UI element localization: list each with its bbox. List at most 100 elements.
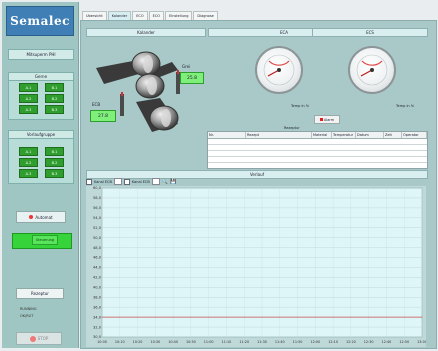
gauge-eca [255, 46, 303, 94]
group-vorlauf: Vorlaufgruppe A.1 B.1 A.2 B.2 A.3 B.3 [8, 130, 74, 184]
status-line-2: OK/RUT [20, 314, 34, 318]
x-tick-label: 10:40 [168, 340, 178, 344]
ecs-header: ECS [312, 28, 428, 37]
stop-button[interactable]: STOP [16, 332, 62, 345]
y-tick-label: 38,0 [93, 295, 102, 299]
steuerung-button[interactable]: Steuerung [32, 235, 58, 245]
rezept-table: Nr. Rezept Material Temperatur Datum Zei… [207, 131, 428, 169]
kalander-header: Kalander [86, 28, 206, 37]
sidebar: Semalec Mitsuperm PHI Gerne A.1 B.1 A.2 … [2, 2, 79, 348]
gerne-b2-button[interactable]: B.2 [45, 94, 64, 103]
save-icon[interactable]: 💾 [170, 179, 176, 185]
y-tick-label: 40,0 [93, 286, 102, 290]
vorlauf-b1-button[interactable]: B.1 [45, 147, 64, 156]
x-tick-label: 11:20 [239, 340, 249, 344]
series-point [314, 316, 316, 318]
y-tick-label: 34,0 [93, 315, 102, 319]
chart-toolbar: Kanal ECB Kanal ECB 🔍 💾 [86, 178, 176, 185]
series-point [297, 316, 298, 318]
tab-bar: Ubersicht Kalander ECO ECO Einstellung D… [82, 11, 218, 21]
gerne-a3-button[interactable]: A.3 [19, 105, 38, 114]
y-tick-label: 32,0 [93, 325, 102, 329]
y-tick-label: 52,0 [93, 226, 102, 230]
status-dot-icon [29, 215, 34, 219]
vorlauf-a3-button[interactable]: A.3 [19, 169, 38, 178]
series-point [261, 316, 263, 318]
x-tick-label: 11:10 [222, 340, 232, 344]
status-line-1: RUNNING [20, 307, 37, 311]
gerne-b3-button[interactable]: B.3 [45, 105, 64, 114]
group-title: Gerne [9, 73, 73, 81]
gerne-a1-button[interactable]: A.1 [19, 83, 38, 92]
channel-2-checkbox[interactable] [123, 178, 130, 185]
x-tick-label: 12:50 [399, 340, 409, 344]
x-tick-label: 12:20 [346, 340, 356, 344]
x-tick-label: 12:30 [364, 340, 374, 344]
zoom-icon[interactable]: 🔍 [162, 179, 168, 185]
y-tick-label: 36,0 [93, 305, 102, 309]
gerne-b1-button[interactable]: B.1 [45, 83, 64, 92]
x-tick-label: 10:20 [133, 340, 143, 344]
x-tick-label: 10:10 [115, 340, 125, 344]
vorlauf-a2-button[interactable]: A.2 [19, 158, 38, 167]
top-value-box: 25.8 [180, 72, 204, 84]
x-tick-label: 11:00 [204, 340, 214, 344]
series-point [421, 316, 423, 318]
y-tick-label: 54,0 [93, 216, 102, 220]
gauge-ecs [348, 46, 396, 94]
series-point [208, 316, 210, 318]
x-tick-label: 11:40 [275, 340, 285, 344]
automat-button[interactable]: Automat [16, 211, 66, 223]
y-tick-label: 58,0 [93, 196, 102, 200]
logo: Semalec [6, 6, 74, 36]
sensor-left [120, 94, 124, 116]
channel-1-label: Kanal ECB [94, 179, 112, 184]
group-gerne: Gerne A.1 B.1 A.2 B.2 A.3 B.3 [8, 72, 74, 120]
top-value-label: Grei [182, 64, 191, 69]
alarm-button[interactable]: Alarm [314, 115, 340, 124]
trend-chart: 60,0 58,0 56,0 54,0 52,0 50,0 48,0 46,0 44,0 42,0… [86, 186, 426, 347]
series-point [386, 316, 387, 318]
series-point [154, 316, 156, 318]
x-tick-label: 11:30 [257, 340, 267, 344]
series-point [368, 316, 370, 318]
x-tick-label: 12:10 [328, 340, 338, 344]
x-tick-label: 10:50 [186, 340, 196, 344]
vorlauf-b3-button[interactable]: B.3 [45, 169, 64, 178]
group-title: Vorlaufgruppe [9, 131, 73, 139]
channel-2-field[interactable] [151, 178, 160, 185]
stop-icon [29, 335, 36, 342]
series-point [137, 316, 138, 318]
x-tick-label: 10:00 [97, 340, 107, 344]
gauge-eca-label: Temp in % [291, 104, 310, 108]
left-value-label: ECB [92, 102, 101, 107]
series-point [190, 316, 192, 318]
channel-2-label: Kanal ECB [131, 179, 150, 184]
alarm-label: Alarm [323, 117, 335, 122]
rezeptur-button[interactable]: Rezeptur [16, 288, 64, 299]
y-tick-label: 56,0 [93, 206, 102, 210]
vorlauf-a1-button[interactable]: A.1 [19, 147, 38, 156]
table-row[interactable] [208, 156, 427, 163]
left-value-box: 27.8 [90, 110, 116, 122]
alarm-icon [319, 118, 323, 121]
x-tick-label: 11:50 [293, 340, 303, 344]
series-point [172, 316, 174, 318]
x-tick-label: 12:00 [310, 340, 320, 344]
gerne-a2-button[interactable]: A.2 [19, 94, 38, 103]
gauge-ecs-label: Temp in % [396, 104, 415, 108]
y-tick-label: 60,0 [93, 186, 102, 190]
series-point [119, 316, 121, 318]
y-tick-label: 46,0 [93, 256, 102, 260]
vorlauf-b2-button[interactable]: B.2 [45, 158, 64, 167]
y-tick-label: 42,0 [93, 276, 102, 280]
series-point [101, 316, 103, 318]
x-tick-label: 10:30 [150, 340, 160, 344]
channel-1-checkbox[interactable] [86, 178, 92, 185]
series-point [332, 316, 334, 318]
channel-1-field[interactable] [113, 178, 122, 185]
series-point [350, 316, 352, 318]
y-tick-label: 48,0 [93, 246, 102, 250]
automat-label: Automat [35, 214, 53, 220]
y-tick-label: 50,0 [93, 236, 102, 240]
